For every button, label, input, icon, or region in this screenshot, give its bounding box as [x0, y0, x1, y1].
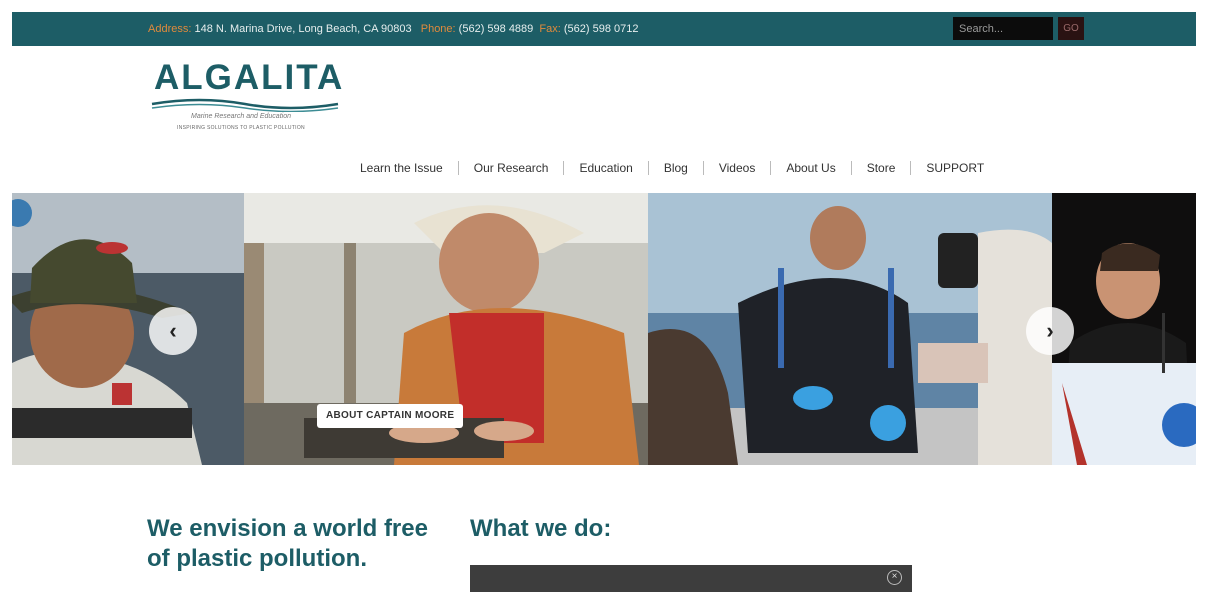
address-label: Address: [148, 23, 192, 35]
video-player[interactable]: × [470, 565, 912, 592]
fax-text: (562) 598 0712 [563, 23, 639, 35]
nav-item-education[interactable]: Education [563, 161, 647, 175]
vision-heading: We envision a world free of plastic poll… [147, 515, 428, 572]
about-captain-moore-button[interactable]: ABOUT CAPTAIN MOORE [317, 404, 464, 428]
address-text: 148 N. Marina Drive, Long Beach, CA 9080… [194, 23, 412, 35]
chevron-left-icon: ‹ [169, 318, 177, 343]
what-we-do-heading: What we do: [470, 515, 612, 542]
slide-image [648, 193, 1052, 465]
site-logo[interactable]: ALGALITA Marine Research and Education I… [150, 58, 350, 138]
chevron-right-icon: › [1046, 318, 1054, 343]
main-nav: Learn the Issue Our Research Education B… [342, 160, 999, 176]
slider-prev-button[interactable]: ‹ [149, 307, 197, 355]
logo-wordmark: ALGALITA [154, 58, 345, 97]
wave-icon [151, 98, 339, 112]
slide-image [12, 193, 244, 465]
contact-info: Address: 148 N. Marina Drive, Long Beach… [148, 12, 639, 46]
search-go-button[interactable]: GO [1058, 17, 1084, 40]
phone-label: Phone: [420, 23, 456, 35]
search-input[interactable] [953, 17, 1053, 40]
nav-item-blog[interactable]: Blog [647, 161, 703, 175]
close-icon[interactable]: × [887, 570, 902, 585]
slider-next-button[interactable]: › [1026, 307, 1074, 355]
slide-photo-captain-hat [12, 193, 244, 465]
nav-item-about-us[interactable]: About Us [770, 161, 850, 175]
fax-label: Fax: [539, 23, 561, 35]
phone-text: (562) 598 4889 [458, 23, 534, 35]
nav-item-support[interactable]: SUPPORT [910, 161, 999, 175]
nav-item-videos[interactable]: Videos [702, 161, 770, 175]
nav-item-store[interactable]: Store [850, 161, 911, 175]
nav-item-our-research[interactable]: Our Research [457, 161, 564, 175]
nav-item-learn-the-issue[interactable]: Learn the Issue [342, 161, 458, 175]
top-contact-bar: Address: 148 N. Marina Drive, Long Beach… [12, 12, 1196, 46]
slide-photo-researchers [648, 193, 1052, 465]
logo-subtagline: INSPIRING SOLUTIONS TO PLASTIC POLLUTION [177, 125, 305, 131]
logo-tagline: Marine Research and Education [190, 113, 291, 120]
